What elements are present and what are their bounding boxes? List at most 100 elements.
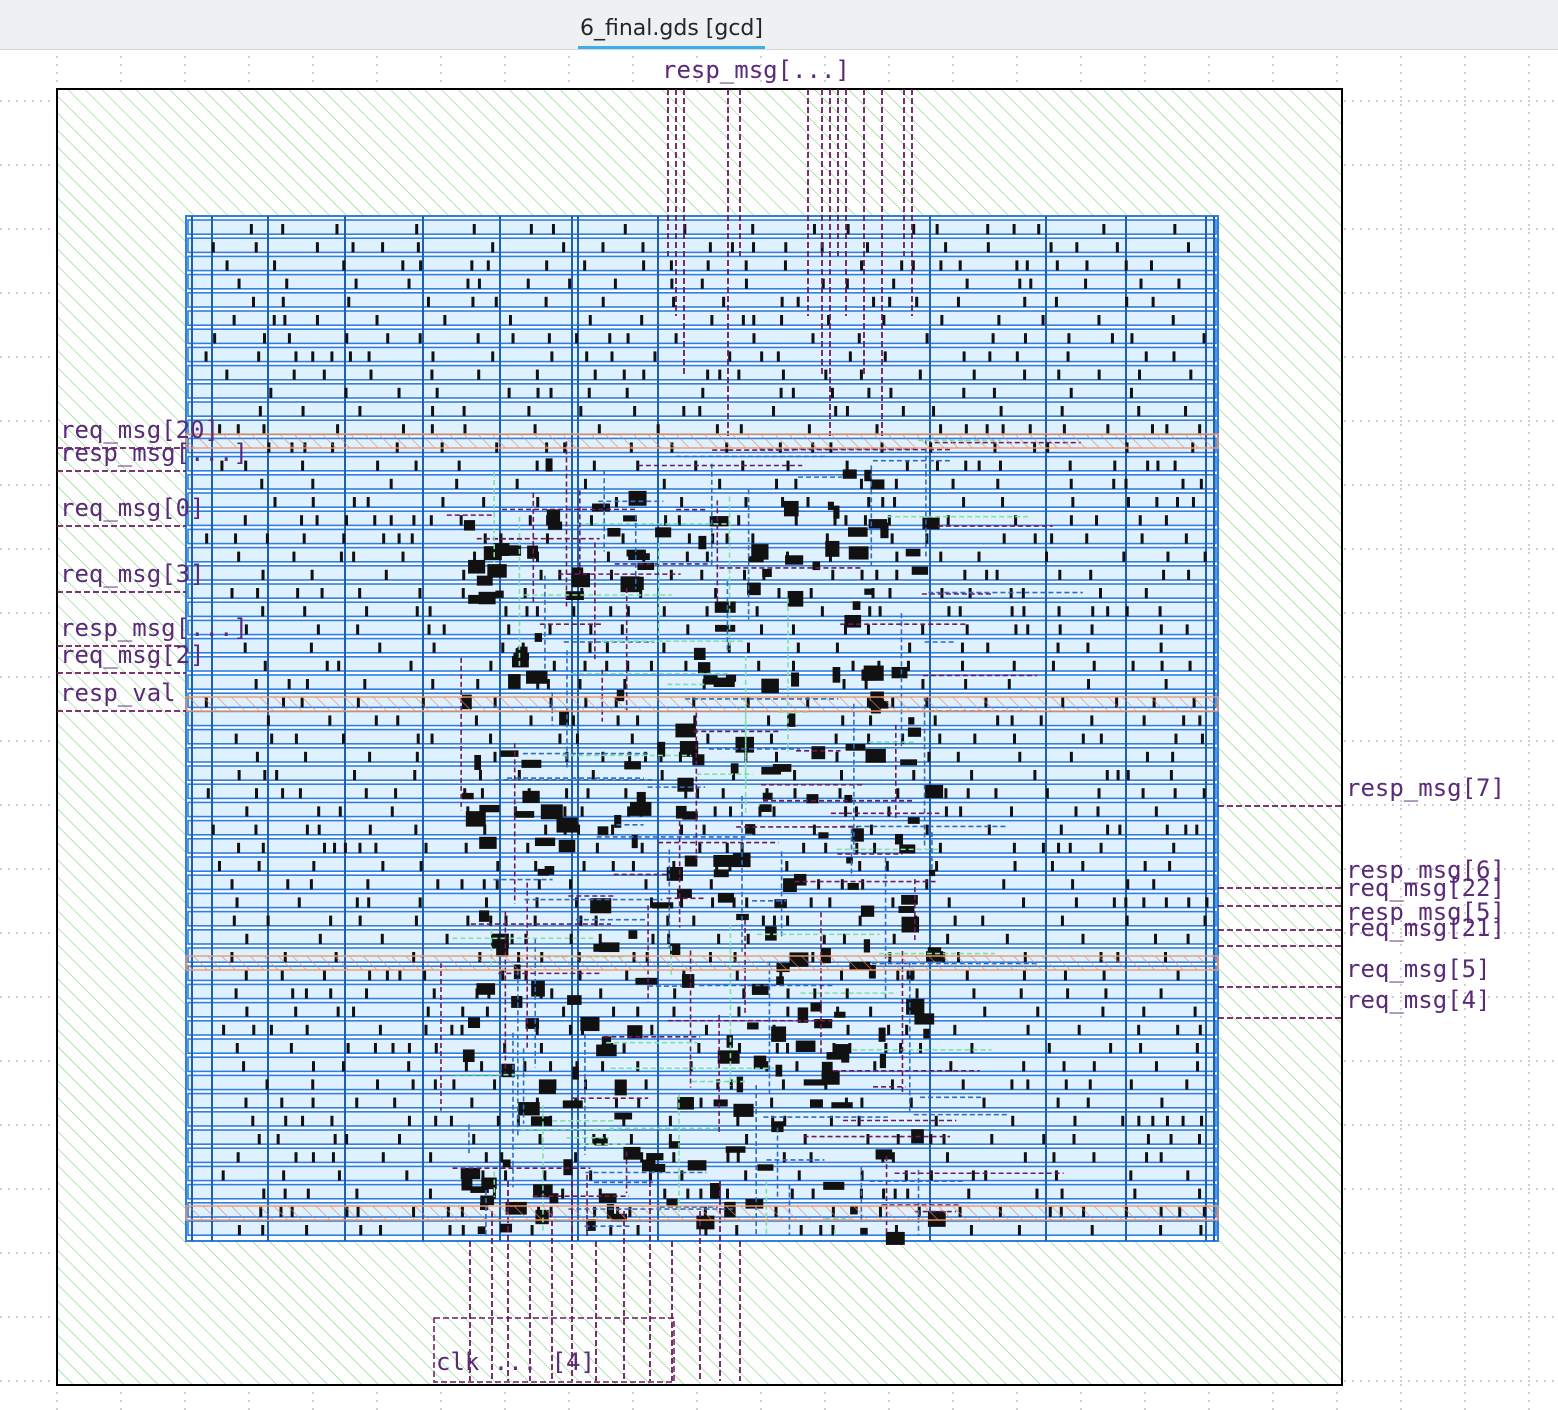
cell-pin (1013, 861, 1017, 872)
cell-pin (636, 715, 640, 726)
cell-pin (244, 970, 248, 981)
cell-pin (379, 1225, 383, 1236)
cell-pin (257, 1134, 261, 1145)
cell-pin (249, 224, 253, 235)
cell-pin (640, 842, 644, 853)
logic-cell (538, 1079, 556, 1095)
cell-pin (1129, 1079, 1133, 1090)
cell-pin (448, 1225, 452, 1236)
cell-pin (536, 387, 540, 398)
cell-pin (390, 806, 394, 817)
cell-pin (869, 1006, 873, 1017)
cell-pin (294, 351, 298, 362)
cell-pin (533, 424, 537, 435)
cell-pin (662, 606, 666, 617)
cell-pin (807, 424, 811, 435)
cell-pin (1104, 988, 1108, 999)
cell-pin (797, 1170, 801, 1181)
cell-pin (442, 624, 446, 635)
layout-canvas[interactable]: req_msg[20] resp_msg[...] req_msg[0] req_ms… (0, 56, 1558, 1410)
cell-pin (1140, 533, 1144, 544)
cell-pin (211, 242, 215, 253)
cell-pin (1041, 842, 1045, 853)
cell-pin (830, 387, 834, 398)
cell-pin (1106, 824, 1110, 835)
logic-cell (863, 665, 884, 681)
logic-cell (761, 766, 782, 775)
cell-pin (1133, 1188, 1137, 1199)
cell-pin (964, 424, 968, 435)
cell-pin (1184, 533, 1188, 544)
core-area (185, 215, 1219, 1242)
cell-pin (1193, 1006, 1197, 1017)
cell-pin (896, 970, 900, 981)
cell-pin (1145, 1152, 1149, 1163)
logic-cell (479, 804, 500, 813)
logic-cell (833, 505, 840, 519)
cell-pin (994, 788, 998, 799)
cell-row (187, 928, 1217, 945)
cell-pin (1113, 460, 1117, 471)
cell-pin (1029, 278, 1033, 289)
cell-pin (938, 842, 942, 853)
cell-pin (365, 606, 369, 617)
cell-pin (294, 1006, 298, 1017)
cell-pin (1191, 497, 1195, 508)
cell-pin (1202, 788, 1206, 799)
cell-pin (484, 897, 488, 908)
cell-pin (725, 842, 729, 853)
cell-pin (1198, 1188, 1202, 1199)
cell-row (187, 492, 1217, 508)
cell-pin (1139, 278, 1143, 289)
cell-pin (275, 770, 279, 781)
cell-pin (281, 788, 285, 799)
cell-pin (784, 242, 788, 253)
cell-pin (1069, 515, 1073, 526)
cell-pin (786, 988, 790, 999)
cell-pin (301, 406, 305, 417)
cell-pin (261, 842, 265, 853)
cell-pin (1015, 260, 1019, 271)
cell-row (187, 710, 1217, 727)
logic-cell (623, 515, 637, 522)
cell-pin (1059, 824, 1063, 835)
cell-pin (783, 260, 787, 271)
logic-cell (592, 503, 611, 512)
cell-pin (1057, 369, 1061, 380)
cell-pin (729, 806, 733, 817)
cell-pin (1184, 824, 1188, 835)
cell-pin (461, 1225, 465, 1236)
logic-cell (879, 1053, 887, 1069)
logic-cell (567, 995, 582, 1005)
cell-pin (929, 1170, 933, 1181)
tab-6-final-gds[interactable]: 6_final.gds [gcd] (578, 10, 765, 49)
cell-pin (273, 260, 277, 271)
cell-pin (986, 642, 990, 653)
cell-pin (543, 1170, 547, 1181)
logic-cell (495, 590, 504, 598)
cell-pin (985, 424, 989, 435)
cell-pin (393, 1097, 397, 1108)
cell-pin (962, 497, 966, 508)
cell-pin (1062, 424, 1066, 435)
cell-pin (772, 806, 776, 817)
gds-layout-view[interactable]: req_msg[20]resp_msg[...]req_msg[0]req_ms… (0, 56, 1558, 1410)
logic-cell (847, 527, 868, 537)
cell-pin (449, 1115, 453, 1126)
logic-cell (713, 869, 729, 878)
cell-pin (868, 606, 872, 617)
logic-cell (540, 804, 563, 820)
cell-pin (755, 606, 759, 617)
logic-cell (526, 670, 548, 684)
cell-pin (1187, 897, 1191, 908)
cell-pin (840, 970, 844, 981)
cell-pin (568, 278, 572, 289)
cell-pin (610, 351, 614, 362)
cell-pin (402, 424, 406, 435)
cell-pin (1028, 424, 1032, 435)
cell-pin (1137, 406, 1141, 417)
cell-pin (819, 1225, 823, 1236)
cell-pin (381, 242, 385, 253)
cell-pin (791, 624, 795, 635)
cell-pin (477, 369, 481, 380)
